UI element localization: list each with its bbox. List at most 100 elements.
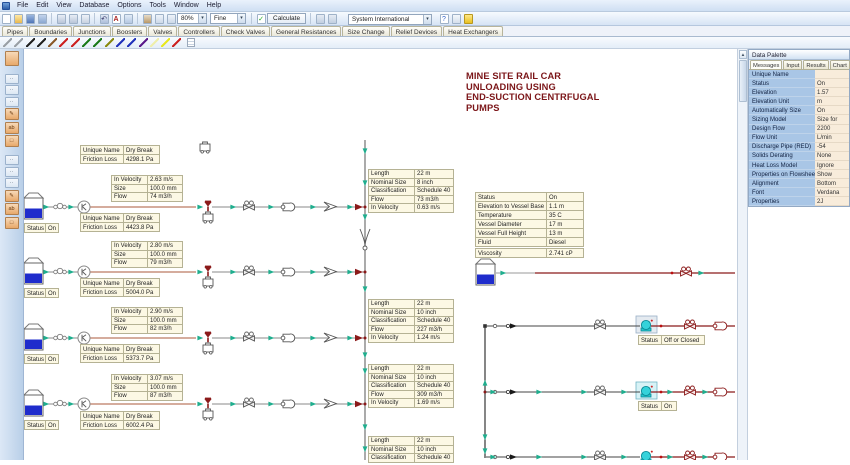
pipe-pen-icon[interactable] — [48, 38, 58, 47]
chevron-down-icon[interactable]: ▾ — [237, 14, 245, 23]
junction-tab[interactable]: General Resistances — [271, 26, 342, 36]
junction-tab[interactable]: Pipes — [2, 26, 29, 36]
pipe-pen-icon[interactable] — [93, 38, 103, 47]
print-preview-icon[interactable] — [68, 13, 78, 24]
velocity-table[interactable]: In Velocity 2.80 m/s Size 100.0 mm Flow 79 m3… — [111, 241, 183, 268]
undo-icon[interactable]: ↶ — [99, 13, 109, 24]
table-row[interactable]: Elevation 1.57 — [749, 88, 849, 98]
junction-tab[interactable]: Controllers — [178, 26, 220, 36]
velocity-table[interactable]: In Velocity 3.07 m/s Size 100.0 mm Flow 87 m3… — [111, 374, 183, 401]
grid-icon[interactable] — [186, 38, 195, 47]
calculate-check-icon[interactable]: ✓ — [256, 13, 266, 24]
table-row[interactable]: Discharge Pipe (RED) -54 — [749, 142, 849, 152]
pipe-table[interactable]: Length 22 m Nominal Size 10 inch Classificat… — [368, 299, 454, 343]
menu-item[interactable]: File — [13, 0, 32, 11]
menu-item[interactable]: View — [52, 0, 75, 11]
save-icon[interactable] — [25, 13, 35, 24]
junction-tool-icon[interactable]: ·· — [4, 96, 19, 107]
pump-status-label[interactable]: Status Off or Closed — [638, 335, 705, 345]
table-row[interactable]: Properties 2J — [749, 197, 849, 207]
pipe-pen-icon[interactable] — [172, 38, 182, 47]
pipe-pen-icon[interactable] — [14, 38, 24, 47]
table-row[interactable]: Design Flow 2200 — [749, 124, 849, 134]
velocity-table[interactable]: In Velocity 2.90 m/s Size 100.0 mm Flow 82 m3… — [111, 307, 183, 334]
junction-tool-icon[interactable]: ·· — [4, 85, 19, 95]
pipe-pen-icon[interactable] — [161, 38, 171, 47]
palette-tab[interactable]: Results — [803, 60, 829, 69]
dry-break-table[interactable]: Unique Name Dry Break Friction Loss 4298.1 … — [80, 145, 160, 164]
diagram-title[interactable]: MINE SITE RAIL CAR UNLOADING USING END-S… — [466, 71, 599, 113]
text-tool-icon[interactable]: ab — [4, 121, 19, 134]
pump-status-label[interactable]: Status On — [638, 401, 677, 411]
pipe-pen-icon[interactable] — [70, 38, 80, 47]
table-row[interactable]: Automatically Size On — [749, 106, 849, 116]
calculate-button[interactable]: Calculate — [267, 13, 307, 24]
pump-discharge-line[interactable] — [486, 386, 735, 397]
pipe-pen-icon[interactable] — [115, 38, 125, 47]
pump-discharge-line[interactable] — [486, 320, 735, 331]
notes-icon[interactable] — [451, 14, 461, 24]
junction-tab[interactable]: Junctions — [73, 26, 111, 36]
pipe-table[interactable]: Length 22 m Nominal Size 8 inch Classificati… — [368, 169, 454, 213]
chevron-down-icon[interactable]: ▾ — [423, 14, 431, 24]
tank-status-label[interactable]: Status On — [24, 420, 59, 430]
new-file-icon[interactable] — [1, 13, 11, 24]
zoom-select[interactable]: 80% ▾ — [177, 13, 207, 24]
gear-icon[interactable] — [327, 13, 337, 24]
tank-supply-line[interactable] — [24, 193, 367, 223]
units-select[interactable]: System International ▾ — [348, 13, 432, 25]
print-icon[interactable] — [56, 13, 66, 24]
pipe-pen-icon[interactable] — [82, 38, 92, 47]
shape-tool-icon[interactable]: □ — [4, 135, 19, 147]
table-row[interactable]: Status On — [749, 79, 849, 89]
scroll-up-icon[interactable]: ▲ — [739, 50, 747, 59]
zoom-out-icon[interactable] — [166, 13, 176, 24]
pipe-pen-icon[interactable] — [59, 38, 69, 47]
menu-item[interactable]: Help — [203, 0, 225, 11]
vertical-scrollbar[interactable]: ▲ — [737, 49, 748, 460]
menu-item[interactable]: Edit — [32, 0, 52, 11]
pipe-pen-icon[interactable] — [149, 38, 159, 47]
shape-tool-icon[interactable]: □ — [4, 216, 19, 229]
table-row[interactable]: Unique Name — [749, 70, 849, 80]
pipe-table[interactable]: Length 22 m Nominal Size 10 inch Classificat… — [368, 436, 454, 463]
pencil-tool-icon[interactable]: ✎ — [4, 108, 19, 120]
tank-supply-line[interactable] — [24, 324, 367, 354]
pipe-pen-icon[interactable] — [36, 38, 46, 47]
junction-tab[interactable]: Boosters — [111, 26, 148, 36]
tank-supply-line[interactable] — [24, 258, 367, 288]
zoom-in-icon[interactable] — [154, 13, 164, 24]
detail-select[interactable]: Fine ▾ — [210, 13, 246, 24]
table-row[interactable]: Elevation Unit m — [749, 97, 849, 107]
tank-status-label[interactable]: Status On — [24, 288, 59, 298]
tank-status-label[interactable]: Status On — [24, 223, 59, 233]
open-file-icon[interactable] — [13, 13, 23, 24]
pencil-tool-icon[interactable]: ✎ — [4, 189, 19, 202]
railcar-icon[interactable] — [199, 141, 211, 154]
palette-tab[interactable]: Messages — [750, 60, 783, 69]
dry-break-table[interactable]: Unique Name Dry Break Friction Loss 5004.0 … — [80, 278, 160, 297]
junction-tool-icon[interactable]: ·· — [4, 73, 19, 84]
junction-tab[interactable]: Size Change — [342, 26, 390, 36]
table-row[interactable]: Alignment Bottom — [749, 179, 849, 189]
pipe-table[interactable]: Length 22 m Nominal Size 10 inch Classificat… — [368, 364, 454, 408]
pump-discharge-line[interactable] — [486, 451, 735, 460]
junction-tab[interactable]: Boundaries — [29, 26, 73, 36]
fit-icon[interactable] — [123, 13, 133, 24]
table-row[interactable]: Properties on Flowsheet Show — [749, 170, 849, 180]
dry-break-table[interactable]: Unique Name Dry Break Friction Loss 4423.8 … — [80, 213, 160, 232]
menu-item[interactable]: Window — [170, 0, 203, 11]
tank-tool-icon[interactable] — [4, 50, 19, 66]
junction-tab[interactable]: Check Valves — [220, 26, 271, 36]
pipe-pen-icon[interactable] — [104, 38, 114, 47]
tank-status-label[interactable]: Status On — [24, 354, 59, 364]
vessel-discharge-line[interactable] — [475, 258, 735, 286]
pipe-pen-icon[interactable] — [127, 38, 137, 47]
junction-tool-icon[interactable]: ·· — [4, 166, 19, 177]
table-row[interactable]: Sizing Model Size for — [749, 115, 849, 125]
help-icon[interactable]: ? — [439, 14, 449, 24]
run-icon[interactable] — [463, 14, 473, 24]
pipe-pen-icon[interactable] — [25, 38, 35, 47]
junction-tool-icon[interactable]: ·· — [4, 178, 19, 188]
palette-tab[interactable]: Chart — [829, 60, 850, 69]
